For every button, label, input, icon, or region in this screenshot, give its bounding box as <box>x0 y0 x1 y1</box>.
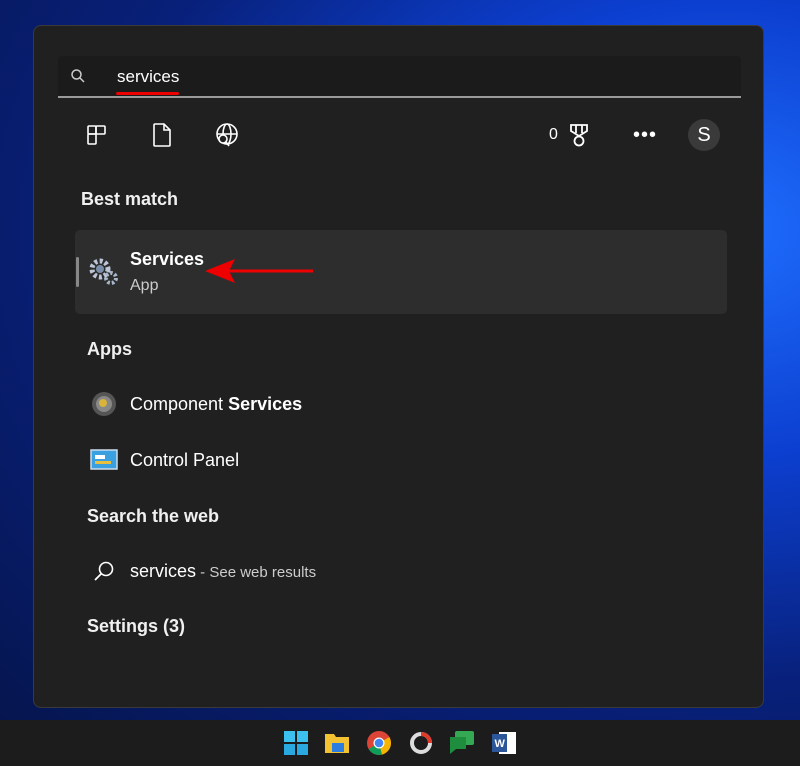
search-icon <box>90 557 118 585</box>
start-search-panel: services 0 ••• S Best match Services App… <box>33 25 764 708</box>
best-match-subtitle: App <box>130 277 158 295</box>
app-label-bold: Services <box>228 394 302 414</box>
search-icon <box>70 68 86 84</box>
app-label: Component Services <box>130 394 302 415</box>
annotation-arrow <box>205 256 315 286</box>
annotation-underline <box>116 92 179 95</box>
file-explorer-icon[interactable] <box>324 730 350 756</box>
best-match-services[interactable]: Services App <box>75 230 727 314</box>
app-label-prefix: Component <box>130 394 228 414</box>
web-result-services[interactable]: services - See web results <box>90 557 316 585</box>
search-web-heading: Search the web <box>87 506 219 527</box>
search-box[interactable]: services <box>58 56 741 98</box>
apps-heading: Apps <box>87 339 132 360</box>
web-query: services <box>130 561 196 581</box>
component-services-icon <box>90 390 118 418</box>
app-label: Control Panel <box>130 450 239 471</box>
windows-start-icon[interactable] <box>283 730 309 756</box>
selection-indicator <box>76 257 79 287</box>
svg-text:W: W <box>495 738 506 750</box>
best-match-title: Services <box>130 249 204 270</box>
chrome-icon[interactable] <box>366 730 392 756</box>
apps-filter-icon[interactable] <box>82 120 112 150</box>
app-control-panel[interactable]: Control Panel <box>90 446 239 474</box>
services-gear-icon <box>87 254 121 288</box>
google-chat-icon[interactable] <box>449 730 475 756</box>
more-options-icon[interactable]: ••• <box>630 120 660 150</box>
search-input[interactable]: services <box>117 67 179 87</box>
best-match-heading: Best match <box>81 189 178 210</box>
web-suffix: - See web results <box>196 564 316 581</box>
control-panel-icon <box>90 446 118 474</box>
app-ring-icon[interactable] <box>408 730 434 756</box>
avatar[interactable]: S <box>688 119 720 151</box>
app-component-services[interactable]: Component Services <box>90 390 302 418</box>
settings-heading[interactable]: Settings (3) <box>87 616 185 637</box>
taskbar: W <box>0 720 800 766</box>
word-icon[interactable]: W <box>491 730 517 756</box>
documents-filter-icon[interactable] <box>147 120 177 150</box>
web-filter-icon[interactable] <box>212 120 242 150</box>
rewards-points: 0 <box>549 126 558 144</box>
rewards-medal-icon[interactable] <box>564 120 594 150</box>
